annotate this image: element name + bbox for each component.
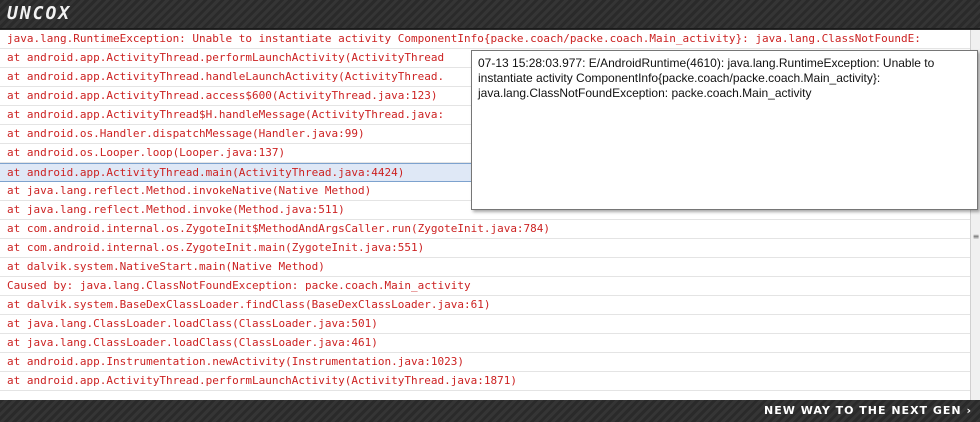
site-logo: UNCOX: [7, 3, 72, 24]
log-row[interactable]: at dalvik.system.BaseDexClassLoader.find…: [0, 296, 970, 315]
log-row[interactable]: at android.app.ActivityThread.performLau…: [0, 372, 970, 391]
log-message-tooltip: 07-13 15:28:03.977: E/AndroidRuntime(461…: [471, 50, 978, 210]
log-row[interactable]: java.lang.RuntimeException: Unable to in…: [0, 30, 970, 49]
log-row[interactable]: at java.lang.ClassLoader.loadClass(Class…: [0, 315, 970, 334]
slogan-link[interactable]: NEW WAY TO THE NEXT GEN ›: [764, 404, 972, 417]
log-row[interactable]: at android.app.Instrumentation.newActivi…: [0, 353, 970, 372]
log-row[interactable]: at java.lang.ClassLoader.loadClass(Class…: [0, 334, 970, 353]
top-banner: UNCOX: [0, 0, 980, 29]
log-row[interactable]: at dalvik.system.NativeStart.main(Native…: [0, 258, 970, 277]
log-row[interactable]: at com.android.internal.os.ZygoteInit.ma…: [0, 239, 970, 258]
log-row[interactable]: ...: [0, 391, 970, 400]
bottom-banner: NEW WAY TO THE NEXT GEN ›: [0, 400, 980, 422]
log-row[interactable]: at com.android.internal.os.ZygoteInit$Me…: [0, 220, 970, 239]
log-row[interactable]: Caused by: java.lang.ClassNotFoundExcept…: [0, 277, 970, 296]
scrollbar-grip-icon[interactable]: ≡: [972, 233, 980, 247]
